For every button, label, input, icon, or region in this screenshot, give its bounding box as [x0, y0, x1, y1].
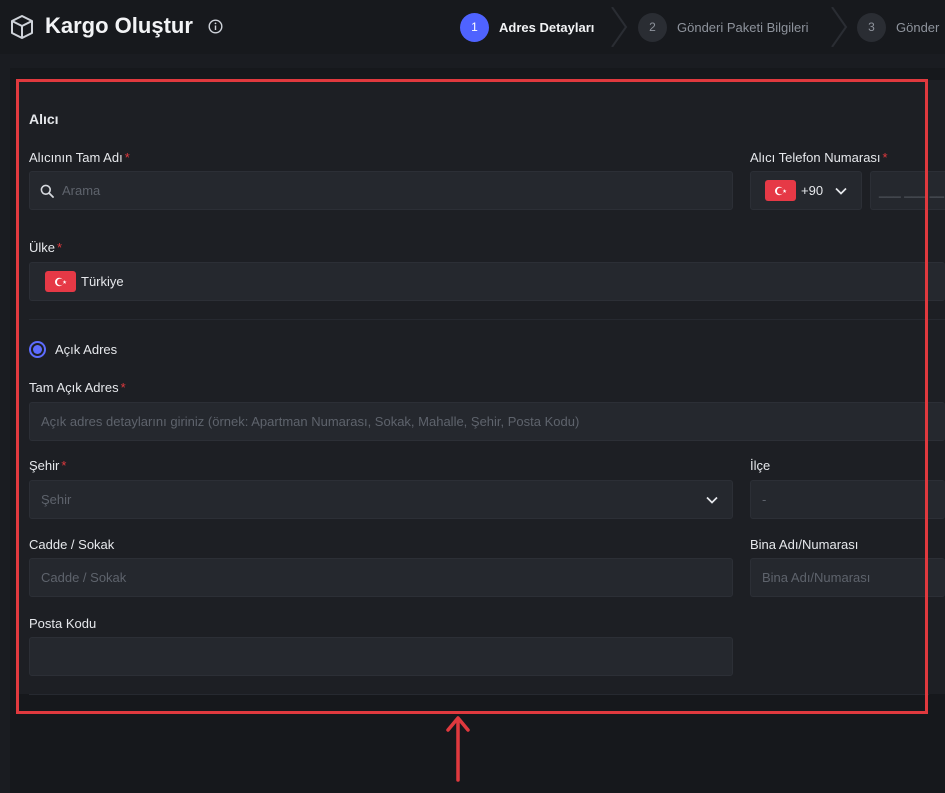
country-select[interactable]: Türkiye	[29, 262, 945, 301]
step-number: 1	[460, 12, 489, 42]
turkey-flag-icon	[45, 271, 76, 292]
street-placeholder: Cadde / Sokak	[41, 570, 127, 585]
phone-number-input[interactable]: ___ ___ __ __	[870, 171, 945, 210]
step-label: Gönderi Paketi Bilgileri	[677, 19, 809, 35]
step-chevron-icon	[831, 7, 848, 47]
full-address-placeholder: Açık adres detaylarını giriniz (örnek: A…	[41, 414, 580, 429]
district-placeholder: -	[762, 492, 767, 507]
building-label: Bina Adı/Numarası	[750, 537, 859, 552]
required-marker: *	[61, 458, 67, 473]
country-value: Türkiye	[81, 274, 124, 289]
phone-country-code-select[interactable]: +90	[750, 171, 862, 210]
street-label: Cadde / Sokak	[29, 537, 115, 552]
divider	[29, 694, 929, 695]
page-title: Kargo Oluştur	[45, 13, 193, 38]
step-chevron-icon	[611, 7, 628, 47]
step-number: 2	[638, 12, 667, 42]
city-select[interactable]: Şehir	[29, 480, 733, 519]
country-label: Ülke *	[29, 240, 63, 255]
search-icon	[40, 184, 54, 198]
stepper: 1 Adres Detayları 2 Gönderi Paketi Bilgi…	[452, 7, 945, 47]
section-title: Alıcı	[29, 111, 59, 127]
step-package-info[interactable]: 2 Gönderi Paketi Bilgileri	[638, 7, 809, 47]
full-address-input[interactable]: Açık adres detaylarını giriniz (örnek: A…	[29, 402, 945, 441]
building-input[interactable]: Bina Adı/Numarası	[750, 558, 945, 597]
chevron-down-icon	[835, 187, 847, 195]
phone-code-value: +90	[801, 183, 824, 198]
divider	[29, 319, 945, 320]
turkey-flag-icon	[765, 180, 796, 201]
street-input[interactable]: Cadde / Sokak	[29, 558, 733, 597]
recipient-name-label: Alıcının Tam Adı *	[29, 150, 130, 165]
open-address-radio-label[interactable]: Açık Adres	[55, 342, 117, 357]
postal-code-label: Posta Kodu	[29, 616, 97, 631]
step-address-details[interactable]: 1 Adres Detayları	[460, 7, 594, 47]
phone-label: Alıcı Telefon Numarası *	[750, 150, 888, 165]
full-address-label: Tam Açık Adres *	[29, 380, 126, 395]
city-placeholder: Şehir	[41, 492, 72, 507]
phone-number-placeholder: ___ ___ __ __	[879, 183, 945, 198]
district-select[interactable]: -	[750, 480, 945, 519]
district-label: İlçe	[750, 458, 771, 473]
required-marker: *	[57, 240, 63, 255]
annotation-arrow-icon	[446, 716, 470, 782]
page-header: Kargo Oluştur 1 Adres Detayları 2 Gönder…	[0, 0, 945, 54]
info-icon[interactable]	[208, 19, 223, 34]
required-marker: *	[882, 150, 888, 165]
recipient-name-input[interactable]: Arama	[29, 171, 733, 210]
required-marker: *	[124, 150, 130, 165]
step-send[interactable]: 3 Gönder	[857, 7, 939, 47]
required-marker: *	[120, 380, 126, 395]
open-address-radio[interactable]	[29, 341, 46, 358]
chevron-down-icon	[706, 496, 718, 504]
step-label: Adres Detayları	[499, 19, 595, 35]
building-placeholder: Bina Adı/Numarası	[762, 570, 871, 585]
box-icon	[11, 15, 33, 39]
step-number: 3	[857, 12, 886, 42]
postal-code-input[interactable]	[29, 637, 733, 676]
recipient-name-placeholder: Arama	[62, 183, 101, 198]
city-label: Şehir *	[29, 458, 67, 473]
step-label: Gönder	[896, 19, 940, 35]
